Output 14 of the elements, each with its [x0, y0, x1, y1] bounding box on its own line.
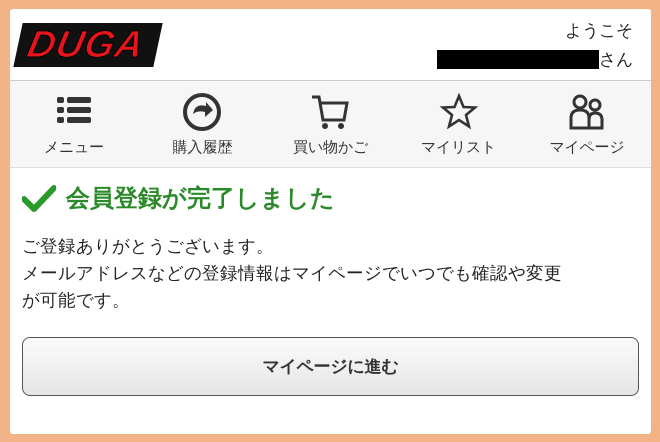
- message-text: ご登録ありがとうございます。: [22, 236, 275, 259]
- success-title: 会員登録が完了しました: [66, 183, 335, 214]
- nav-item[interactable]: マイページ: [522, 81, 651, 167]
- nav-item[interactable]: メニュー: [10, 81, 138, 167]
- mypage-button[interactable]: マイページに進む: [22, 337, 639, 396]
- check-icon: [22, 184, 56, 212]
- nav-item[interactable]: 購入履歴: [138, 81, 266, 167]
- user-suffix: さん: [599, 48, 633, 70]
- greeting-text: ようこそ: [565, 20, 633, 42]
- logo[interactable]: DUGA: [13, 22, 163, 66]
- nav-item[interactable]: マイリスト: [394, 81, 523, 167]
- message-text: メールアドレスなどの登録情報はマイページでいつでも確認や変更が可能です。: [22, 263, 562, 313]
- nav-item[interactable]: 買い物かご: [266, 81, 395, 167]
- star-icon: [438, 92, 479, 132]
